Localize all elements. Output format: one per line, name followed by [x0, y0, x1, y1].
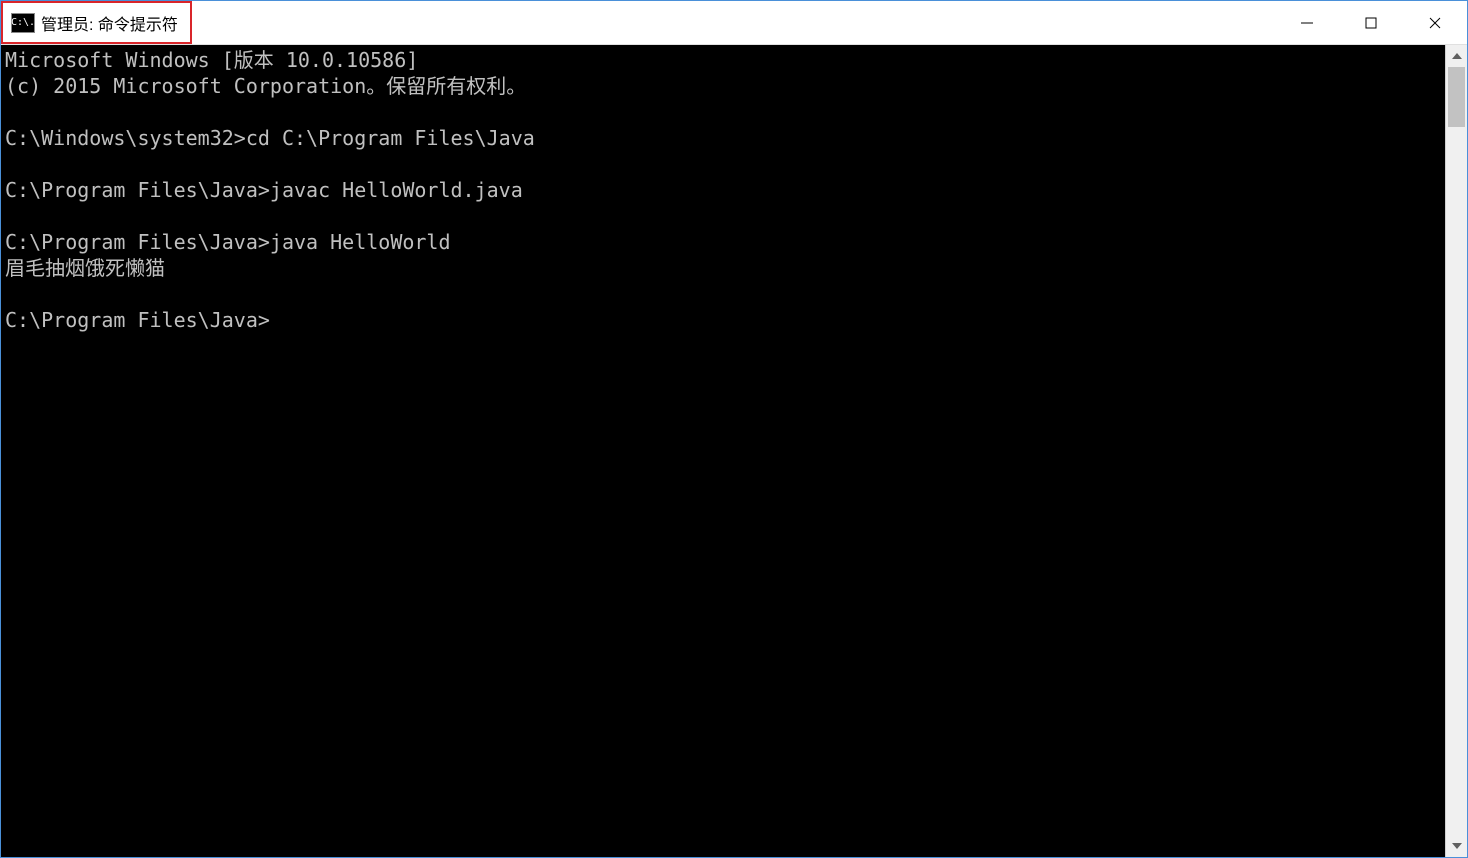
titlebar-left-highlight: C:\. 管理员: 命令提示符: [1, 1, 192, 44]
window-titlebar: C:\. 管理员: 命令提示符: [1, 1, 1467, 45]
vertical-scrollbar[interactable]: [1445, 45, 1467, 857]
maximize-icon: [1364, 16, 1378, 30]
close-icon: [1428, 16, 1442, 30]
terminal-line: (c) 2015 Microsoft Corporation。保留所有权利。: [5, 73, 1441, 99]
terminal-line: Microsoft Windows [版本 10.0.10586]: [5, 47, 1441, 73]
minimize-icon: [1300, 16, 1314, 30]
minimize-button[interactable]: [1275, 1, 1339, 44]
terminal-area: Microsoft Windows [版本 10.0.10586](c) 201…: [1, 45, 1467, 857]
terminal-line: C:\Program Files\Java>java HelloWorld: [5, 229, 1441, 255]
scroll-up-arrow-icon[interactable]: [1446, 45, 1467, 67]
window-title: 管理员: 命令提示符: [41, 11, 178, 35]
terminal-line: [5, 203, 1441, 229]
maximize-button[interactable]: [1339, 1, 1403, 44]
terminal-line: 眉毛抽烟饿死懒猫: [5, 255, 1441, 281]
terminal-line: C:\Windows\system32>cd C:\Program Files\…: [5, 125, 1441, 151]
cmd-app-icon: C:\.: [11, 13, 35, 33]
scroll-down-arrow-icon[interactable]: [1446, 835, 1467, 857]
scroll-thumb[interactable]: [1448, 67, 1465, 127]
terminal-line: C:\Program Files\Java>javac HelloWorld.j…: [5, 177, 1441, 203]
terminal-line: C:\Program Files\Java>: [5, 307, 1441, 333]
terminal-line: [5, 151, 1441, 177]
terminal-output[interactable]: Microsoft Windows [版本 10.0.10586](c) 201…: [1, 45, 1445, 857]
terminal-line: [5, 281, 1441, 307]
close-button[interactable]: [1403, 1, 1467, 44]
terminal-line: [5, 99, 1441, 125]
window-controls: [1275, 1, 1467, 44]
scroll-track[interactable]: [1446, 67, 1467, 835]
